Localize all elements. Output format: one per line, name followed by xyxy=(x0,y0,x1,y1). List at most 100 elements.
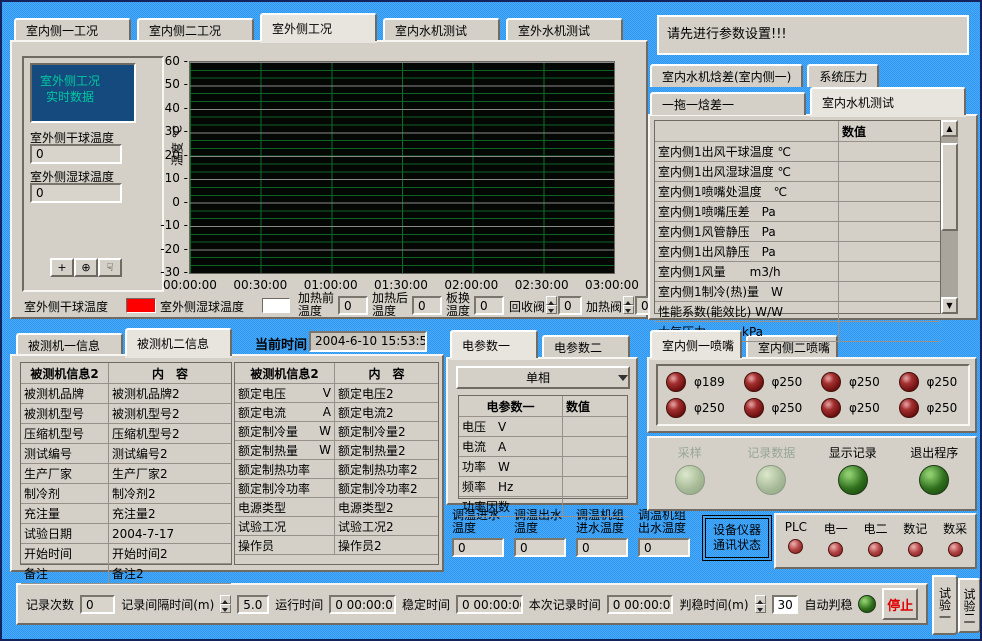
scroll-down-icon[interactable]: ▼ xyxy=(941,297,958,314)
table-row[interactable]: 备注 备注2 xyxy=(21,564,231,584)
graph-tool-button[interactable]: ⊕ xyxy=(74,258,98,277)
table-row[interactable]: 频率 Hz xyxy=(459,477,627,497)
main-tab[interactable]: 室内水机测试 xyxy=(383,18,500,41)
water-temp-label-l2: 温度 xyxy=(452,521,476,535)
judge-time-value[interactable]: 30 xyxy=(772,595,799,614)
table-row[interactable]: 室内侧1制冷(热)量 W xyxy=(655,282,940,302)
interval-spinner[interactable] xyxy=(220,595,231,613)
run-time-value: 0 00:00:03 xyxy=(329,595,396,614)
table-row[interactable]: 性能系数(能效比) W/W xyxy=(655,302,940,322)
table-row[interactable]: 额定制冷量W 额定制冷量2 xyxy=(235,422,438,441)
unit-info-tab[interactable]: 被测机二信息 xyxy=(125,328,232,356)
right-tab[interactable]: 一拖一焓差一 xyxy=(650,92,806,115)
action-button[interactable]: 记录数据 xyxy=(731,438,813,509)
action-button-label: 记录数据 xyxy=(747,444,795,461)
right-tab[interactable]: 室内水机焓差(室内侧一) xyxy=(650,64,803,87)
value-cell xyxy=(839,222,940,241)
main-tab[interactable]: 室外侧工况 xyxy=(260,13,377,41)
action-button-label: 显示记录 xyxy=(829,444,877,461)
table-row[interactable]: 室内侧1喷嘴处温度 ℃ xyxy=(655,182,940,202)
table-row[interactable]: 充注量 充注量2 xyxy=(21,504,231,524)
table-row[interactable]: 室内侧1风管静压 Pa xyxy=(655,222,940,242)
graph-tool-icon: ☟ xyxy=(107,261,114,274)
scroll-thumb[interactable] xyxy=(941,143,958,231)
table-row[interactable]: 电源类型 电源类型2 xyxy=(235,498,438,517)
info-value-cell: 2004-7-17 xyxy=(109,524,231,543)
table-scrollbar[interactable]: ▲ ▼ xyxy=(941,120,958,314)
judge-time-spinner[interactable] xyxy=(755,595,766,613)
auto-judge-led-icon[interactable] xyxy=(858,595,876,613)
run-time-label: 运行时间 xyxy=(275,596,323,613)
this-record-label: 本次记录时间 xyxy=(529,596,601,613)
param-cell: 室内侧1出风干球温度 ℃ xyxy=(655,142,839,161)
table-row[interactable]: 电压 V xyxy=(459,417,627,437)
y-tick-label: 10 xyxy=(165,172,188,184)
table-row[interactable]: 开始时间 开始时间2 xyxy=(21,544,231,564)
table-row[interactable]: 室内侧1喷嘴压差 Pa xyxy=(655,202,940,222)
action-button-label: 采样 xyxy=(678,444,702,461)
graph-tool-button[interactable]: ☟ xyxy=(98,258,122,277)
action-led-icon xyxy=(919,465,949,495)
table-row[interactable]: 额定制热功率 额定制热功率2 xyxy=(235,460,438,479)
table-row[interactable]: 试验日期 2004-7-17 xyxy=(21,524,231,544)
table-row[interactable]: 额定制热量W 额定制热量2 xyxy=(235,441,438,460)
stop-button[interactable]: 停止 xyxy=(882,588,918,620)
table-row[interactable]: 室内侧1出风湿球温度 ℃ xyxy=(655,162,940,182)
side-tab-test2[interactable]: 试验二 xyxy=(958,578,981,633)
table-row[interactable]: 功率因数 xyxy=(459,497,627,517)
table-row[interactable]: 室内侧1出风静压 Pa xyxy=(655,242,940,262)
nozzle-led-icon xyxy=(666,372,686,392)
heat-valve-spinner[interactable] xyxy=(623,296,634,314)
elec-tab[interactable]: 电参数一 xyxy=(450,330,538,358)
action-button[interactable]: 采样 xyxy=(649,438,731,509)
table-row[interactable]: 被测机型号 被测机型号2 xyxy=(21,404,231,424)
tab-label: 室内水机测试 xyxy=(395,22,467,39)
legend-dry-swatch[interactable] xyxy=(126,298,156,313)
info-label-cell: 测试编号 xyxy=(21,444,109,463)
value-cell xyxy=(839,302,940,321)
table-row[interactable]: 额定电流A 额定电流2 xyxy=(235,403,438,422)
table-row[interactable]: 制冷剂 制冷剂2 xyxy=(21,484,231,504)
main-tab[interactable]: 室内侧一工况 xyxy=(14,18,131,41)
main-tab[interactable]: 室外水机测试 xyxy=(506,18,623,41)
value-cell xyxy=(839,242,940,261)
side-tab-test1[interactable]: 试验一 xyxy=(932,575,958,635)
main-tab[interactable]: 室内侧二工况 xyxy=(137,18,254,41)
table-row[interactable]: 操作员 操作员2 xyxy=(235,536,438,555)
table-row[interactable]: 生产厂家 生产厂家2 xyxy=(21,464,231,484)
param-cell: 室内侧1出风湿球温度 ℃ xyxy=(655,162,839,181)
interval-value[interactable]: 5.0 xyxy=(237,595,269,614)
table-row[interactable]: 试验工况 试验工况2 xyxy=(235,517,438,536)
table-row[interactable]: 功率 W xyxy=(459,457,627,477)
legend-wet-swatch[interactable] xyxy=(262,298,290,313)
nozzle-led-label: φ250 xyxy=(772,375,803,389)
nozzle-tab[interactable]: 室内侧一喷嘴 xyxy=(650,330,742,358)
action-button-panel: 采样 记录数据 显示记录 退出程序 xyxy=(647,436,977,511)
right-tab[interactable]: 室内水机测试 xyxy=(810,87,966,115)
action-button[interactable]: 退出程序 xyxy=(894,438,976,509)
param-header xyxy=(655,121,839,141)
action-button[interactable]: 显示记录 xyxy=(812,438,894,509)
y-tick-label: 20 xyxy=(165,149,188,161)
table-row[interactable]: 被测机品牌 被测机品牌2 xyxy=(21,384,231,404)
elec-tab[interactable]: 电参数二 xyxy=(542,335,630,358)
table-row[interactable]: 测试编号 测试编号2 xyxy=(21,444,231,464)
phase-dropdown[interactable]: 单相 xyxy=(456,366,630,389)
value-cell xyxy=(839,202,940,221)
table-row[interactable]: 室内侧1出风干球温度 ℃ xyxy=(655,142,940,162)
water-unit-panel: 数值 室内侧1出风干球温度 ℃ 室内侧1出风湿球温度 ℃ 室内侧1喷嘴处温度 ℃… xyxy=(648,114,978,320)
table-row[interactable]: 电流 A xyxy=(459,437,627,457)
action-led-icon xyxy=(756,465,786,495)
graph-tool-button[interactable]: + xyxy=(50,258,74,277)
table-row[interactable]: 额定电压V 额定电压2 xyxy=(235,384,438,403)
unit-info-tab[interactable]: 被测机一信息 xyxy=(16,333,123,356)
recovery-valve-value[interactable]: 0 xyxy=(558,296,582,315)
table-row[interactable]: 额定制冷功率 额定制冷功率2 xyxy=(235,479,438,498)
table-row[interactable]: 压缩机型号 压缩机型号2 xyxy=(21,424,231,444)
temperature-plot[interactable] xyxy=(189,61,615,274)
right-tab[interactable]: 系统压力 xyxy=(807,64,879,87)
water-temp-label-l2: 进水温度 xyxy=(576,521,624,535)
recovery-valve-spinner[interactable] xyxy=(546,296,557,314)
scroll-up-icon[interactable]: ▲ xyxy=(941,120,958,137)
table-row[interactable]: 室内侧1风量 m3/h xyxy=(655,262,940,282)
